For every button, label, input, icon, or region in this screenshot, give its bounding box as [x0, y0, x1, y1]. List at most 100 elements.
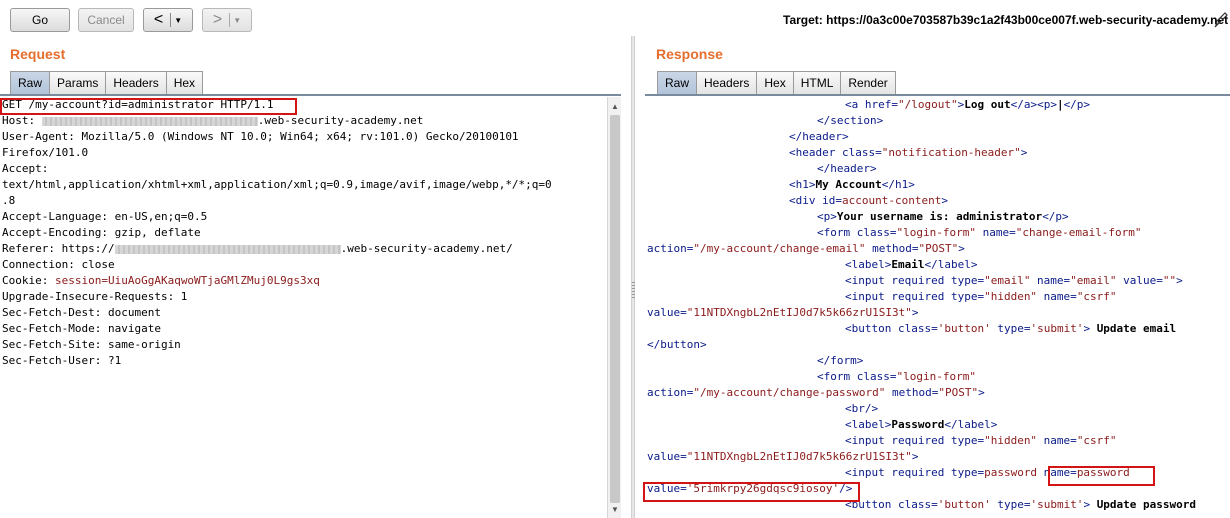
code-token: "notification-header" [881, 146, 1021, 159]
header-line: Sec-Fetch-Dest: document [2, 306, 161, 319]
tab-params[interactable]: Params [50, 71, 107, 94]
code-line: <label>Email</label> [645, 257, 1230, 273]
redacted-block [41, 116, 258, 126]
code-token: <input required type= [845, 434, 985, 447]
code-token: name= [1037, 290, 1077, 303]
splitter-grip[interactable] [632, 282, 635, 298]
code-line: action="/my-account/change-email" method… [645, 241, 1230, 257]
code-token: "/logout" [897, 98, 958, 111]
panel-splitter[interactable] [631, 36, 635, 518]
code-line: </header> [645, 161, 1230, 177]
code-line: </section> [645, 113, 1230, 129]
code-line: value="11NTDXngbL2nEtIJ0d7k5k66zrU1SI3t"… [645, 305, 1230, 321]
code-token: <input required type= [845, 466, 985, 479]
tab-render[interactable]: Render [841, 71, 896, 94]
code-token: <input required type= [845, 290, 985, 303]
code-line: action="/my-account/change-password" met… [645, 385, 1230, 401]
code-token: Email [891, 258, 925, 271]
code-token: name= [1030, 274, 1071, 287]
code-line: value="11NTDXngbL2nEtIJ0d7k5k66zrU1SI3t"… [645, 449, 1230, 465]
code-token: name= [1037, 434, 1077, 447]
tab-raw[interactable]: Raw [657, 71, 698, 94]
code-token: <label> [845, 258, 892, 271]
code-token: action= [647, 242, 694, 255]
tab-underline [0, 94, 621, 96]
code-token: </button> [647, 338, 707, 351]
code-line: <h1>My Account</h1> [645, 177, 1230, 193]
code-token: method= [865, 242, 919, 255]
scroll-up-icon[interactable]: ▲ [609, 99, 621, 113]
code-token: </label> [944, 418, 998, 431]
cookie-value: session=UiuAoGgAKaqwoWTjaGMlZMuj0L9gs3xq [54, 274, 320, 287]
tab-headers[interactable]: Headers [697, 71, 758, 94]
header-line: Sec-Fetch-Mode: navigate [2, 322, 161, 335]
tab-raw[interactable]: Raw [10, 71, 51, 94]
scroll-thumb[interactable] [610, 115, 620, 503]
code-token: "" [1162, 274, 1177, 287]
header-line: User-Agent: Mozilla/5.0 (Windows NT 10.0… [2, 130, 519, 143]
header-text: .web-security-academy.net/ [340, 242, 513, 255]
code-token: "change-email-form" [1015, 226, 1142, 239]
target-url: Target: https://0a3c00e703587b39c1a2f43b… [783, 13, 1229, 27]
code-token: > [1083, 498, 1097, 511]
code-token: <br/> [845, 402, 879, 415]
code-line: <input required type="hidden" name="csrf… [645, 289, 1230, 305]
header-line: Sec-Fetch-User: ?1 [2, 354, 122, 367]
chevron-down-icon[interactable]: ▼ [233, 16, 241, 25]
code-line: </form> [645, 353, 1230, 369]
code-token: "hidden" [984, 290, 1038, 303]
code-token: </form> [817, 354, 864, 367]
code-token: "/my-account/change-password" [693, 386, 886, 399]
code-token: <form class= [817, 370, 897, 383]
code-token: 'button' [937, 322, 991, 335]
go-button[interactable]: Go [10, 8, 70, 32]
header-text: Referer: https:// [2, 242, 115, 255]
tab-headers[interactable]: Headers [106, 71, 167, 94]
scroll-down-icon[interactable]: ▼ [609, 502, 621, 516]
code-token: type= [990, 322, 1031, 335]
code-token: value= [647, 450, 687, 463]
code-token: <input required type= [845, 274, 985, 287]
referer-header: Referer: https:// .web-security-academy.n… [0, 241, 606, 257]
toolbar: Go Cancel < ▼ > ▼ Target: https://0a3c00… [0, 0, 1230, 40]
code-token: Log out [964, 98, 1011, 111]
code-token: value= [647, 306, 687, 319]
header-line: Accept-Encoding: gzip, deflate [2, 226, 201, 239]
code-token: 'submit' [1030, 498, 1084, 511]
code-token: | [1056, 98, 1064, 111]
code-token: "POST" [938, 386, 979, 399]
code-token: </p> [1042, 210, 1069, 223]
highlight-password-name [1048, 466, 1155, 486]
request-title: Request [10, 46, 66, 62]
code-line: <header class="notification-header"> [645, 145, 1230, 161]
response-editor[interactable]: <a href="/logout">Log out</a><p>|</p> </… [645, 97, 1230, 518]
code-token: > [1176, 274, 1183, 287]
chevron-down-icon[interactable]: ▼ [174, 16, 182, 25]
header-line: Firefox/101.0 [2, 146, 89, 159]
code-token: account-content [841, 194, 942, 207]
header-line: .8 [2, 194, 16, 207]
tab-hex[interactable]: Hex [757, 71, 794, 94]
cancel-button[interactable]: Cancel [78, 8, 134, 32]
request-editor[interactable]: GET /my-account?id=administrator HTTP/1.… [0, 97, 606, 518]
request-scrollbar[interactable]: ▲ ▼ [607, 97, 621, 518]
code-token: </header> [817, 162, 877, 175]
code-line: <div id=account-content> [645, 193, 1230, 209]
code-token: <button class= [845, 322, 938, 335]
code-line: <form class="login-form" name="change-em… [645, 225, 1230, 241]
code-token: > [1020, 146, 1028, 159]
code-token: "login-form" [896, 226, 976, 239]
button-separator [170, 13, 172, 27]
header-line: Accept-Language: en-US,en;q=0.5 [2, 210, 208, 223]
tab-html[interactable]: HTML [793, 71, 842, 94]
back-button[interactable]: < ▼ [143, 8, 193, 32]
code-token: <header class= [789, 146, 882, 159]
code-line: </header> [645, 129, 1230, 145]
code-token: "POST" [918, 242, 959, 255]
code-token: > [958, 242, 965, 255]
code-token: > [978, 386, 985, 399]
pencil-icon[interactable] [1213, 10, 1229, 28]
code-token: Update email [1096, 322, 1177, 335]
tab-hex[interactable]: Hex [166, 71, 204, 94]
forward-button[interactable]: > ▼ [202, 8, 252, 32]
